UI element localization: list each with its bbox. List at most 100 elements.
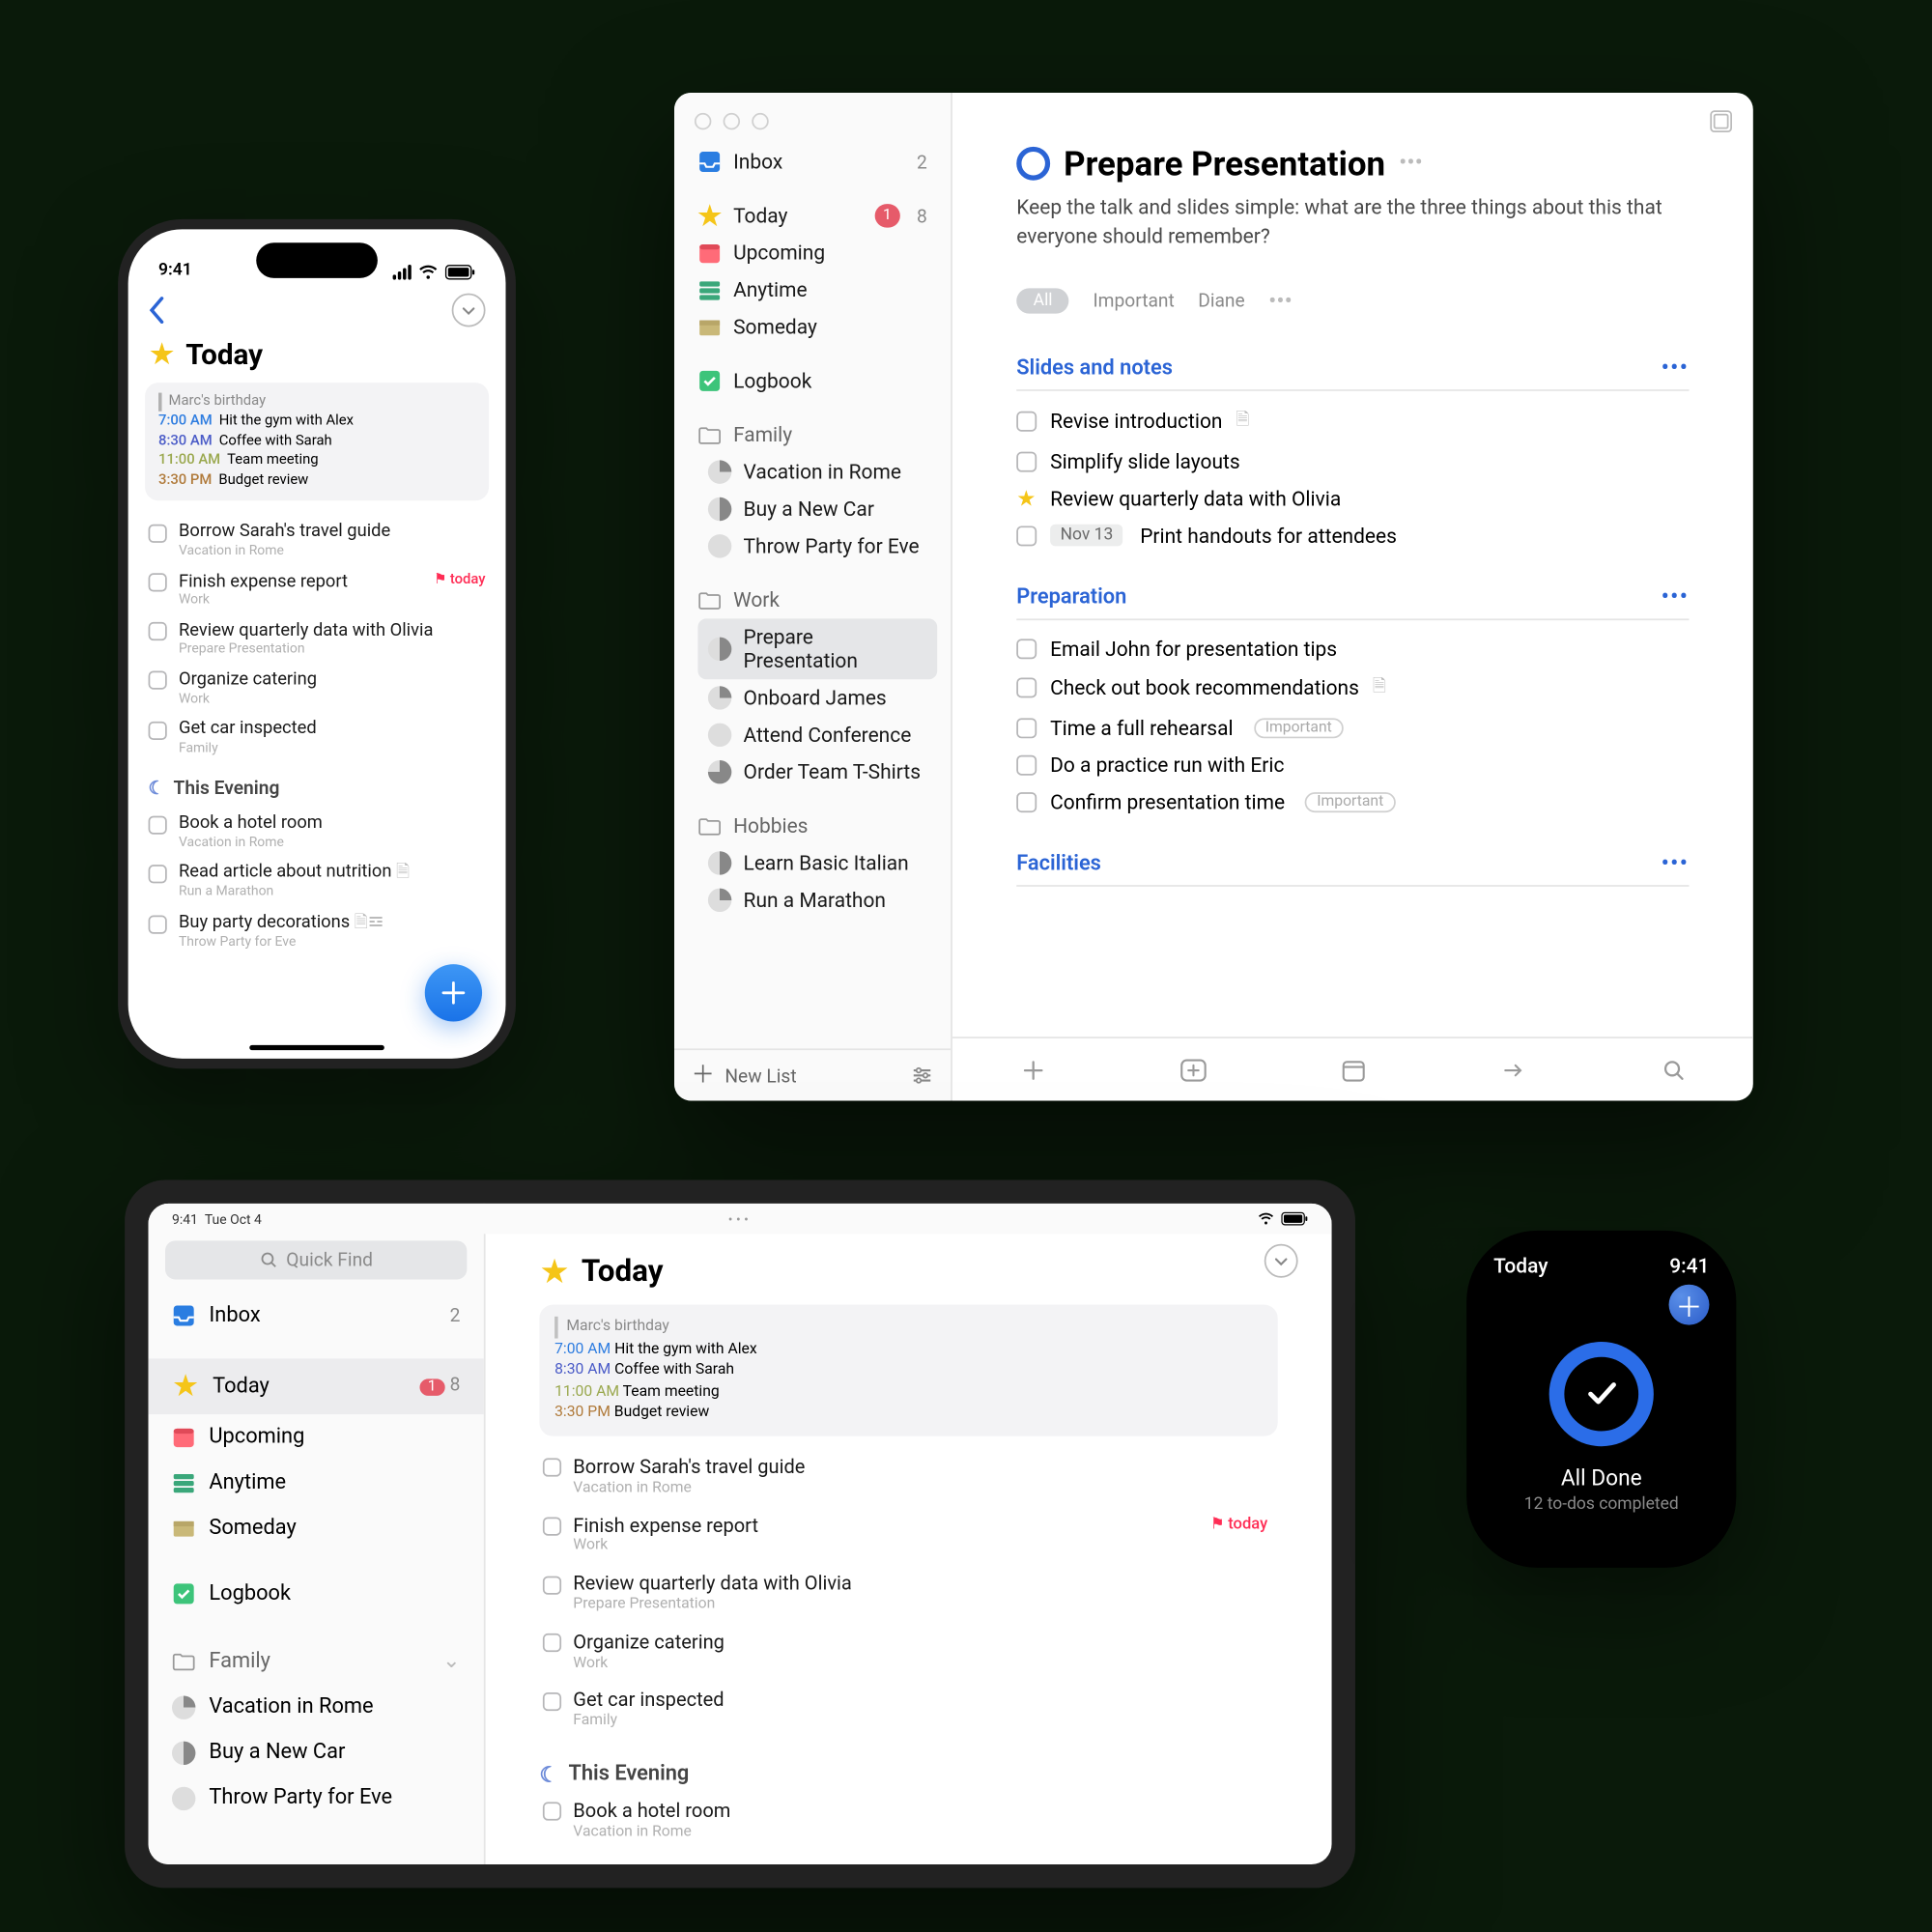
checkbox[interactable] bbox=[149, 622, 167, 640]
new-list-button[interactable]: ＋New List bbox=[691, 1064, 796, 1087]
multitask-dots[interactable]: ••• bbox=[728, 1211, 753, 1227]
group-menu-icon[interactable]: ••• bbox=[1662, 851, 1690, 876]
task-item[interactable]: Finish expense reportWork⚑ today bbox=[145, 567, 489, 616]
sidebar-inbox[interactable]: Inbox2 bbox=[688, 143, 937, 180]
more-menu[interactable]: ••• bbox=[1399, 150, 1423, 177]
task-item[interactable]: Organize cateringWork bbox=[145, 666, 489, 715]
task-item[interactable]: Simplify slide layouts bbox=[1016, 442, 1689, 479]
sidebar-anytime[interactable]: Anytime bbox=[688, 271, 937, 308]
sidebar-upcoming[interactable]: Upcoming bbox=[149, 1414, 484, 1460]
quick-find-button[interactable]: Quick Find bbox=[165, 1240, 467, 1279]
project-item[interactable]: Vacation in Rome bbox=[149, 1684, 484, 1729]
checkbox[interactable] bbox=[543, 1459, 561, 1477]
checkbox[interactable] bbox=[1016, 451, 1037, 471]
project-item[interactable]: Buy a New Car bbox=[697, 491, 937, 527]
task-item[interactable]: Finish expense reportWork⚑ today bbox=[539, 1512, 1277, 1570]
checkbox[interactable] bbox=[543, 1518, 561, 1536]
checkbox[interactable] bbox=[1016, 718, 1037, 738]
options-button[interactable] bbox=[1264, 1244, 1298, 1278]
checkbox[interactable] bbox=[1016, 754, 1037, 775]
chevron-down-icon[interactable]: ⌄ bbox=[442, 1647, 460, 1674]
sidebar-someday[interactable]: Someday bbox=[149, 1505, 484, 1550]
area-family[interactable]: Family bbox=[688, 416, 937, 453]
task-item[interactable]: Check out book recommendations 🗎 bbox=[1016, 667, 1689, 709]
task-item[interactable]: Review quarterly data with OliviaPrepare… bbox=[145, 616, 489, 666]
area-work[interactable]: Work bbox=[688, 582, 937, 618]
sidebar-upcoming[interactable]: Upcoming bbox=[688, 235, 937, 271]
group-menu-icon[interactable]: ••• bbox=[1662, 584, 1690, 610]
checkbox[interactable] bbox=[543, 1634, 561, 1652]
checkbox[interactable] bbox=[1016, 412, 1037, 432]
area-family[interactable]: Family⌄ bbox=[149, 1636, 484, 1684]
group-header[interactable]: Facilities••• bbox=[1016, 851, 1689, 887]
star-checkbox[interactable]: ★ bbox=[1016, 488, 1037, 508]
task-item[interactable]: Review quarterly data with OliviaPrepare… bbox=[539, 1570, 1277, 1628]
group-menu-icon[interactable]: ••• bbox=[1662, 355, 1690, 380]
task-item[interactable]: Borrow Sarah's travel guideVacation in R… bbox=[145, 518, 489, 567]
checkbox[interactable] bbox=[543, 1692, 561, 1711]
search-icon[interactable] bbox=[1660, 1056, 1687, 1083]
project-notes[interactable]: Keep the talk and slides simple: what ar… bbox=[1016, 184, 1689, 250]
project-item[interactable]: Vacation in Rome bbox=[697, 453, 937, 490]
checkbox[interactable] bbox=[149, 865, 167, 883]
sidebar-anytime[interactable]: Anytime bbox=[149, 1460, 484, 1505]
window-expand-icon[interactable] bbox=[1709, 109, 1732, 132]
sidebar-today[interactable]: ★Today18 bbox=[688, 197, 937, 234]
checkbox[interactable] bbox=[543, 1576, 561, 1594]
task-item[interactable]: Get car inspectedFamily bbox=[145, 715, 489, 764]
window-controls[interactable] bbox=[674, 93, 951, 143]
options-button[interactable] bbox=[452, 294, 486, 327]
task-item[interactable]: Read article about nutrition 🗎Run a Mara… bbox=[145, 859, 489, 909]
task-item[interactable]: Revise introduction 🗎 bbox=[1016, 401, 1689, 443]
sidebar-someday[interactable]: Someday bbox=[688, 308, 937, 345]
group-header[interactable]: Preparation••• bbox=[1016, 584, 1689, 620]
checkbox[interactable] bbox=[149, 915, 167, 933]
sidebar-inbox[interactable]: Inbox2 bbox=[149, 1293, 484, 1338]
checkbox[interactable] bbox=[1016, 526, 1037, 546]
settings-icon[interactable] bbox=[910, 1064, 933, 1087]
area-hobbies[interactable]: Hobbies bbox=[688, 808, 937, 844]
checkbox[interactable] bbox=[149, 721, 167, 739]
project-item[interactable]: Attend Conference bbox=[697, 717, 937, 753]
checkbox[interactable] bbox=[1016, 639, 1037, 659]
task-item[interactable]: Get car inspectedFamily bbox=[539, 1687, 1277, 1745]
calendar-events-card[interactable]: Marc's birthday 7:00 AMHit the gym with … bbox=[145, 383, 489, 501]
project-item[interactable]: Order Team T-Shirts bbox=[697, 753, 937, 790]
tag-all[interactable]: All bbox=[1016, 289, 1069, 314]
add-button[interactable]: ＋ bbox=[1669, 1285, 1710, 1325]
sidebar-today[interactable]: ★Today18 bbox=[149, 1358, 484, 1414]
more-tags[interactable]: ••• bbox=[1268, 288, 1293, 315]
checkbox[interactable] bbox=[1016, 678, 1037, 698]
schedule-icon[interactable] bbox=[1339, 1056, 1366, 1083]
checkbox[interactable] bbox=[543, 1803, 561, 1821]
task-item[interactable]: Organize cateringWork bbox=[539, 1628, 1277, 1686]
project-item[interactable]: Run a Marathon bbox=[697, 882, 937, 919]
project-item[interactable]: Throw Party for Eve bbox=[697, 527, 937, 564]
checkbox[interactable] bbox=[149, 815, 167, 834]
task-item[interactable]: Do a practice run with Eric bbox=[1016, 746, 1689, 782]
add-task-fab[interactable] bbox=[425, 964, 482, 1021]
back-button[interactable] bbox=[149, 297, 165, 324]
task-item[interactable]: Book a hotel roomVacation in Rome bbox=[145, 810, 489, 859]
project-item[interactable]: Buy a New Car bbox=[149, 1729, 484, 1775]
checkbox[interactable] bbox=[149, 524, 167, 542]
project-item[interactable]: Onboard James bbox=[697, 679, 937, 716]
new-todo-icon[interactable] bbox=[1179, 1056, 1207, 1083]
project-item[interactable]: Throw Party for Eve bbox=[149, 1775, 484, 1820]
task-item[interactable]: Confirm presentation timeImportant bbox=[1016, 783, 1689, 820]
sidebar-logbook[interactable]: Logbook bbox=[688, 362, 937, 399]
tag-diane[interactable]: Diane bbox=[1198, 290, 1245, 312]
task-item[interactable]: Borrow Sarah's travel guideVacation in R… bbox=[539, 1453, 1277, 1511]
task-item[interactable]: Email John for presentation tips bbox=[1016, 630, 1689, 667]
task-item[interactable]: Time a full rehearsalImportant bbox=[1016, 709, 1689, 746]
task-item[interactable]: Nov 13Print handouts for attendees bbox=[1016, 517, 1689, 554]
checkbox[interactable] bbox=[1016, 791, 1037, 811]
checkbox[interactable] bbox=[149, 573, 167, 591]
sidebar-logbook[interactable]: Logbook bbox=[149, 1571, 484, 1616]
project-item-selected[interactable]: Prepare Presentation bbox=[697, 618, 937, 679]
tag-important[interactable]: Important bbox=[1093, 290, 1174, 312]
project-item[interactable]: Learn Basic Italian bbox=[697, 844, 937, 881]
task-item[interactable]: Book a hotel roomVacation in Rome bbox=[539, 1797, 1277, 1855]
checkbox[interactable] bbox=[149, 671, 167, 690]
group-header[interactable]: Slides and notes••• bbox=[1016, 355, 1689, 390]
